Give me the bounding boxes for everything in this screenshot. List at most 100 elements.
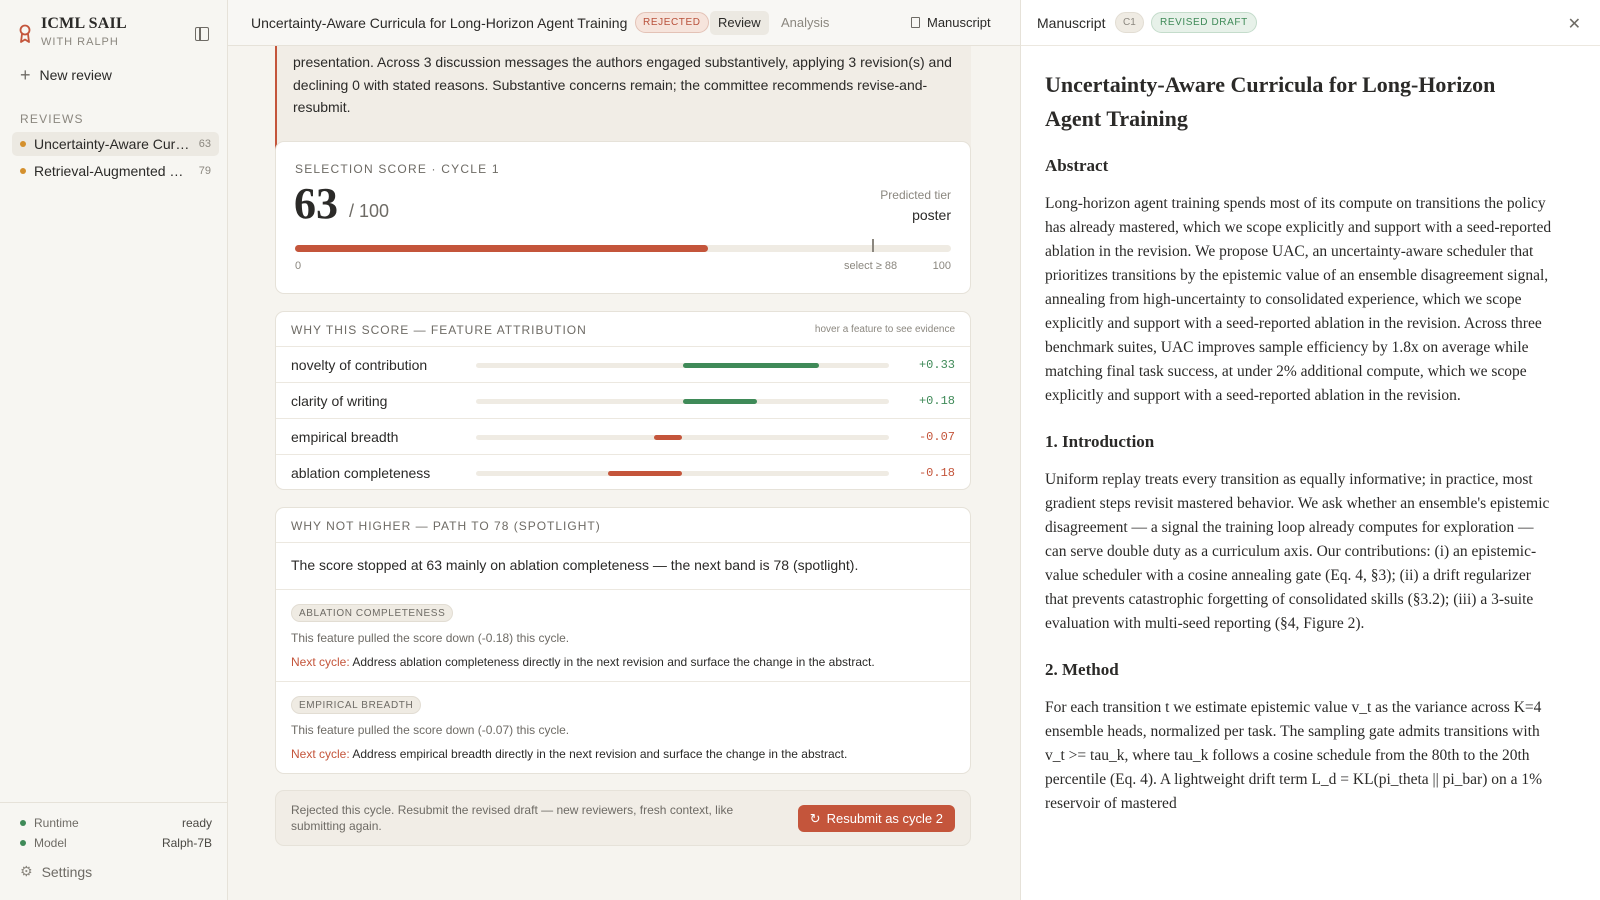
feature-track: [476, 399, 889, 404]
scale-min: 0: [295, 260, 302, 272]
scale-max: 100: [932, 260, 951, 272]
new-review-button[interactable]: + New review: [20, 66, 112, 84]
brand-title: ICML SAIL: [41, 15, 127, 32]
card-header: WHY NOT HIGHER — PATH TO 78 (SPOTLIGHT): [276, 508, 970, 543]
status-label: Model: [34, 836, 67, 850]
sidebar: ICML SAIL WITH RALPH + New review REVIEW…: [0, 0, 228, 900]
settings-label: Settings: [41, 863, 93, 880]
refresh-icon: ↻: [809, 811, 821, 826]
tab-analysis[interactable]: Analysis: [773, 11, 837, 35]
card-title: WHY THIS SCORE — FEATURE ATTRIBUTION: [291, 323, 587, 337]
section-heading: Abstract: [1045, 156, 1109, 175]
review-main[interactable]: presentation. Across 3 discussion messag…: [228, 46, 1020, 900]
review-list-item[interactable]: Retrieval-Augmented Code Synthesis 79: [12, 159, 219, 183]
brand: ICML SAIL WITH RALPH: [18, 14, 127, 48]
why-lead-text: The score stopped at 63 mainly on ablati…: [291, 557, 859, 573]
gear-icon: ⚙: [20, 863, 33, 879]
resubmit-button[interactable]: ↻ Resubmit as cycle 2: [797, 805, 955, 832]
section-body: Uniform replay treats every transition a…: [1045, 471, 1550, 632]
why-lead: The score stopped at 63 mainly on ablati…: [276, 543, 970, 590]
resubmit-text: Rejected this cycle. Resubmit the revise…: [291, 803, 734, 833]
next-cycle-advice: Next cycle: Address ablation completenes…: [291, 655, 875, 669]
review-score: 79: [198, 165, 211, 177]
tab-review[interactable]: Review: [710, 11, 769, 35]
score-progress-fill: [295, 245, 709, 252]
brand-subtitle: WITH RALPH: [41, 36, 119, 48]
draft-badge: REVISED DRAFT: [1151, 12, 1257, 33]
feature-row[interactable]: empirical breadth -0.07: [276, 419, 970, 455]
feature-name: clarity of writing: [291, 393, 388, 409]
section-heading: 2. Method: [1045, 660, 1119, 679]
review-list: Uncertainty-Aware Curricula for Long-Hor…: [12, 132, 219, 186]
status-value: Ralph-7B: [161, 836, 212, 850]
resubmit-bar: Rejected this cycle. Resubmit the revise…: [275, 790, 971, 846]
status-value: ready: [181, 816, 212, 830]
reviews-section-label: REVIEWS: [20, 112, 84, 126]
feature-name: empirical breadth: [291, 429, 399, 445]
panel-title: Manuscript: [1037, 15, 1106, 31]
improvement-description: This feature pulled the score down (-0.1…: [291, 631, 570, 645]
manuscript-button[interactable]: Manuscript: [911, 15, 991, 30]
section-heading: 1. Introduction: [1045, 432, 1155, 451]
sidebar-toggle-icon[interactable]: [195, 27, 209, 41]
status-dot: [20, 840, 26, 846]
score-value: 63: [294, 179, 338, 228]
manuscript-body[interactable]: Uncertainty-Aware Curricula for Long-Hor…: [1045, 68, 1555, 840]
next-cycle-label: Next cycle:: [291, 747, 350, 761]
card-title: WHY NOT HIGHER — PATH TO 78 (SPOTLIGHT): [291, 519, 601, 533]
manuscript-label: Manuscript: [927, 15, 991, 30]
improvement-item: EMPIRICAL BREADTH This feature pulled th…: [276, 682, 970, 774]
review-title: Uncertainty-Aware Curricula for Long-Hor…: [34, 136, 193, 152]
feature-bar: [653, 435, 683, 440]
select-threshold-marker: [872, 239, 874, 252]
top-bar: Uncertainty-Aware Curricula for Long-Hor…: [228, 0, 1020, 46]
feature-row[interactable]: clarity of writing +0.18: [276, 383, 970, 419]
tier-label: Predicted tier: [880, 188, 951, 202]
feature-bar: [608, 471, 683, 476]
settings-button[interactable]: ⚙ Settings: [20, 863, 92, 880]
runtime-status: Runtime ready: [20, 816, 212, 830]
review-title: Retrieval-Augmented Code Synthesis: [34, 163, 193, 179]
document-icon: [911, 17, 920, 28]
next-cycle-text: Address ablation completeness directly i…: [352, 655, 875, 669]
status-label: Runtime: [34, 816, 79, 830]
page-title: Uncertainty-Aware Curricula for Long-Hor…: [251, 15, 628, 31]
feature-value: -0.07: [918, 430, 955, 444]
section-body: Long-horizon agent training spends most …: [1045, 195, 1552, 404]
feature-chip: ABLATION COMPLETENESS: [291, 604, 454, 622]
ribbon-icon: [19, 24, 31, 43]
feature-row[interactable]: ablation completeness -0.18: [276, 455, 970, 491]
status-dot: [20, 168, 26, 174]
resubmit-button-label: Resubmit as cycle 2: [826, 811, 943, 826]
panel-header: Manuscript C1 REVISED DRAFT ✕: [1021, 0, 1600, 46]
summary-text: presentation. Across 3 discussion messag…: [293, 54, 952, 115]
section-body: For each transition t we estimate episte…: [1045, 699, 1543, 812]
feature-bar: [682, 363, 819, 368]
feature-attribution-card: WHY THIS SCORE — FEATURE ATTRIBUTION hov…: [275, 311, 971, 490]
plus-icon: +: [20, 65, 31, 85]
manuscript-panel: Manuscript C1 REVISED DRAFT ✕ Uncertaint…: [1020, 0, 1600, 900]
score-label: SELECTION SCORE · CYCLE 1: [295, 162, 500, 176]
tier-value: poster: [912, 207, 951, 223]
feature-value: +0.18: [918, 394, 955, 408]
feature-name: novelty of contribution: [291, 357, 428, 373]
sidebar-footer: Runtime ready Model Ralph-7B ⚙ Settings: [0, 802, 228, 900]
new-review-label: New review: [39, 67, 112, 83]
card-header: WHY THIS SCORE — FEATURE ATTRIBUTION hov…: [276, 312, 970, 347]
feature-value: +0.33: [918, 358, 955, 372]
feature-value: -0.18: [918, 466, 955, 480]
review-score: 63: [198, 138, 211, 150]
status-badge: REJECTED: [635, 12, 709, 33]
improvement-description: This feature pulled the score down (-0.0…: [291, 723, 570, 737]
cycle-badge: C1: [1115, 12, 1144, 33]
status-dot: [20, 141, 26, 147]
feature-row[interactable]: novelty of contribution +0.33: [276, 347, 970, 383]
close-icon[interactable]: ✕: [1568, 14, 1581, 34]
score-max: / 100: [349, 201, 390, 221]
model-status: Model Ralph-7B: [20, 836, 212, 850]
next-cycle-text: Address empirical breadth directly in th…: [352, 747, 848, 761]
feature-track: [476, 363, 889, 368]
review-list-item[interactable]: Uncertainty-Aware Curricula for Long-Hor…: [12, 132, 219, 156]
feature-track: [476, 471, 889, 476]
feature-name: ablation completeness: [291, 465, 431, 481]
